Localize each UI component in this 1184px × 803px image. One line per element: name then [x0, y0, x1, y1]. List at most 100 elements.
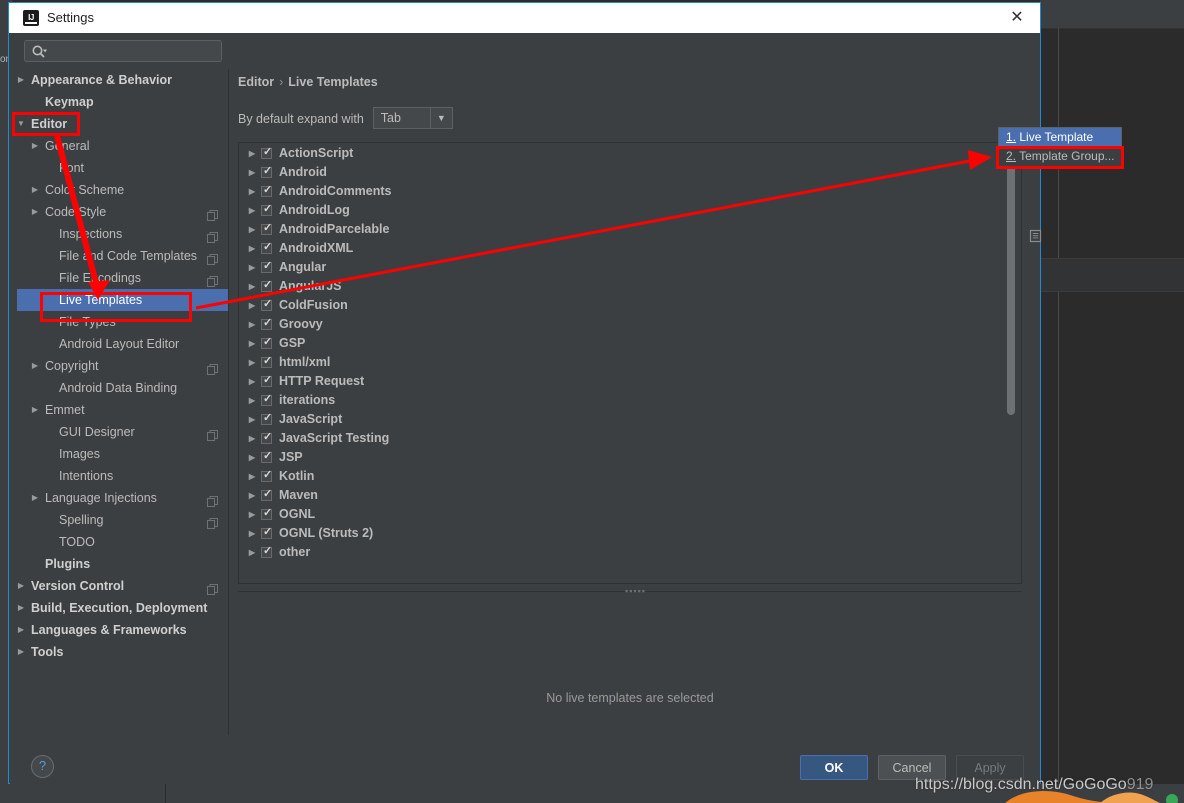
chevron-right-icon[interactable]: ▶: [17, 641, 27, 663]
ok-button[interactable]: OK: [800, 755, 868, 780]
template-group-checkbox[interactable]: ✓: [261, 507, 272, 520]
template-group-row[interactable]: ▶ ✓ JavaScript: [240, 410, 1003, 429]
sidebar-item-file-and-code-templates[interactable]: File and Code Templates: [17, 245, 228, 267]
template-group-checkbox[interactable]: ✓: [261, 355, 272, 368]
chevron-right-icon[interactable]: ▶: [246, 258, 258, 277]
chevron-right-icon[interactable]: ▶: [246, 467, 258, 486]
sidebar-item-copyright[interactable]: ▶ Copyright: [17, 355, 228, 377]
template-group-row[interactable]: ▶ ✓ OGNL (Struts 2): [240, 524, 1003, 543]
sidebar-item-language-injections[interactable]: ▶ Language Injections: [17, 487, 228, 509]
sidebar-item-font[interactable]: Font: [17, 157, 228, 179]
sidebar-item-build-execution-deployment[interactable]: ▶ Build, Execution, Deployment: [17, 597, 228, 619]
template-group-checkbox[interactable]: ✓: [261, 222, 272, 235]
sidebar-item-general[interactable]: ▶ General: [17, 135, 228, 157]
template-group-checkbox[interactable]: ✓: [261, 203, 272, 216]
chevron-right-icon[interactable]: ▶: [246, 239, 258, 258]
menu-item-live-template[interactable]: 1. Live Template: [999, 128, 1121, 147]
chevron-right-icon[interactable]: ▶: [17, 69, 27, 91]
splitter-grip-icon[interactable]: ▪▪▪▪▪: [625, 587, 647, 596]
chevron-right-icon[interactable]: ▶: [246, 315, 258, 334]
chevron-right-icon[interactable]: ▶: [246, 296, 258, 315]
template-group-checkbox[interactable]: ✓: [261, 488, 272, 501]
template-group-checkbox[interactable]: ✓: [261, 450, 272, 463]
sidebar-item-version-control[interactable]: ▶ Version Control: [17, 575, 228, 597]
chevron-right-icon[interactable]: ▶: [246, 448, 258, 467]
chevron-down-icon[interactable]: ▼: [429, 108, 452, 128]
sidebar-item-languages-frameworks[interactable]: ▶ Languages & Frameworks: [17, 619, 228, 641]
chevron-right-icon[interactable]: ▶: [246, 372, 258, 391]
template-group-checkbox[interactable]: ✓: [261, 393, 272, 406]
template-group-checkbox[interactable]: ✓: [261, 412, 272, 425]
template-group-checkbox[interactable]: ✓: [261, 374, 272, 387]
chevron-right-icon[interactable]: ▶: [29, 201, 41, 223]
template-group-row[interactable]: ▶ ✓ iterations: [240, 391, 1003, 410]
template-group-checkbox[interactable]: ✓: [261, 526, 272, 539]
chevron-right-icon[interactable]: ▶: [29, 399, 41, 421]
sidebar-item-appearance-behavior[interactable]: ▶ Appearance & Behavior: [17, 69, 228, 91]
chevron-right-icon[interactable]: ▶: [246, 410, 258, 429]
template-group-row[interactable]: ▶ ✓ AndroidXML: [240, 239, 1003, 258]
sidebar-item-file-types[interactable]: File Types: [17, 311, 228, 333]
sidebar-item-tools[interactable]: ▶ Tools: [17, 641, 228, 663]
sidebar-item-inspections[interactable]: Inspections: [17, 223, 228, 245]
chevron-right-icon[interactable]: ▶: [29, 355, 41, 377]
settings-search-box[interactable]: [24, 40, 222, 62]
add-template-context-menu[interactable]: 1. Live Template 2. Template Group...: [998, 127, 1122, 168]
breadcrumb-parent[interactable]: Editor: [238, 75, 274, 89]
template-group-checkbox[interactable]: ✓: [261, 431, 272, 444]
sidebar-item-android-data-binding[interactable]: Android Data Binding: [17, 377, 228, 399]
chevron-right-icon[interactable]: ▶: [246, 543, 258, 562]
template-group-checkbox[interactable]: ✓: [261, 545, 272, 558]
sidebar-item-intentions[interactable]: Intentions: [17, 465, 228, 487]
chevron-right-icon[interactable]: ▶: [246, 353, 258, 372]
chevron-right-icon[interactable]: ▶: [246, 505, 258, 524]
template-group-row[interactable]: ▶ ✓ Angular: [240, 258, 1003, 277]
template-group-checkbox[interactable]: ✓: [261, 317, 272, 330]
live-templates-list[interactable]: ▶ ✓ ActionScript ▶ ✓ Android ▶ ✓ AndroidComments…: [238, 142, 1022, 584]
sidebar-item-file-encodings[interactable]: File Encodings: [17, 267, 228, 289]
sidebar-item-keymap[interactable]: Keymap: [17, 91, 228, 113]
template-group-checkbox[interactable]: ✓: [261, 298, 272, 311]
template-group-row[interactable]: ▶ ✓ html/xml: [240, 353, 1003, 372]
chevron-right-icon[interactable]: ▶: [17, 619, 27, 641]
sidebar-item-code-style[interactable]: ▶ Code Style: [17, 201, 228, 223]
sidebar-item-plugins[interactable]: Plugins: [17, 553, 228, 575]
list-scrollbar-thumb[interactable]: [1007, 145, 1015, 415]
sidebar-item-todo[interactable]: TODO: [17, 531, 228, 553]
template-group-checkbox[interactable]: ✓: [261, 260, 272, 273]
chevron-right-icon[interactable]: ▶: [246, 391, 258, 410]
sidebar-item-emmet[interactable]: ▶ Emmet: [17, 399, 228, 421]
template-group-checkbox[interactable]: ✓: [261, 165, 272, 178]
sidebar-item-android-layout-editor[interactable]: Android Layout Editor: [17, 333, 228, 355]
duplicate-template-button[interactable]: [1023, 224, 1050, 250]
template-group-row[interactable]: ▶ ✓ ActionScript: [240, 144, 1003, 163]
template-group-row[interactable]: ▶ ✓ other: [240, 543, 1003, 562]
template-group-row[interactable]: ▶ ✓ HTTP Request: [240, 372, 1003, 391]
close-icon[interactable]: ✕: [1002, 7, 1032, 29]
chevron-right-icon[interactable]: ▶: [246, 524, 258, 543]
sidebar-item-images[interactable]: Images: [17, 443, 228, 465]
help-button[interactable]: ?: [31, 755, 54, 778]
chevron-right-icon[interactable]: ▶: [29, 487, 41, 509]
template-group-row[interactable]: ▶ ✓ Kotlin: [240, 467, 1003, 486]
template-group-checkbox[interactable]: ✓: [261, 279, 272, 292]
sidebar-item-live-templates[interactable]: Live Templates: [17, 289, 228, 311]
chevron-right-icon[interactable]: ▶: [246, 201, 258, 220]
chevron-right-icon[interactable]: ▶: [246, 163, 258, 182]
template-group-checkbox[interactable]: ✓: [261, 469, 272, 482]
chevron-right-icon[interactable]: ▶: [246, 334, 258, 353]
template-group-row[interactable]: ▶ ✓ GSP: [240, 334, 1003, 353]
chevron-right-icon[interactable]: ▶: [29, 135, 41, 157]
template-group-checkbox[interactable]: ✓: [261, 336, 272, 349]
chevron-down-icon[interactable]: ▼: [17, 113, 27, 135]
chevron-right-icon[interactable]: ▶: [246, 486, 258, 505]
template-group-row[interactable]: ▶ ✓ Android: [240, 163, 1003, 182]
sidebar-item-editor[interactable]: ▼ Editor: [17, 113, 228, 135]
chevron-right-icon[interactable]: ▶: [29, 179, 41, 201]
chevron-right-icon[interactable]: ▶: [246, 182, 258, 201]
chevron-right-icon[interactable]: ▶: [17, 597, 27, 619]
menu-item-template-group[interactable]: 2. Template Group...: [999, 147, 1121, 166]
template-group-row[interactable]: ▶ ✓ AndroidParcelable: [240, 220, 1003, 239]
sidebar-item-spelling[interactable]: Spelling: [17, 509, 228, 531]
chevron-right-icon[interactable]: ▶: [17, 575, 27, 597]
